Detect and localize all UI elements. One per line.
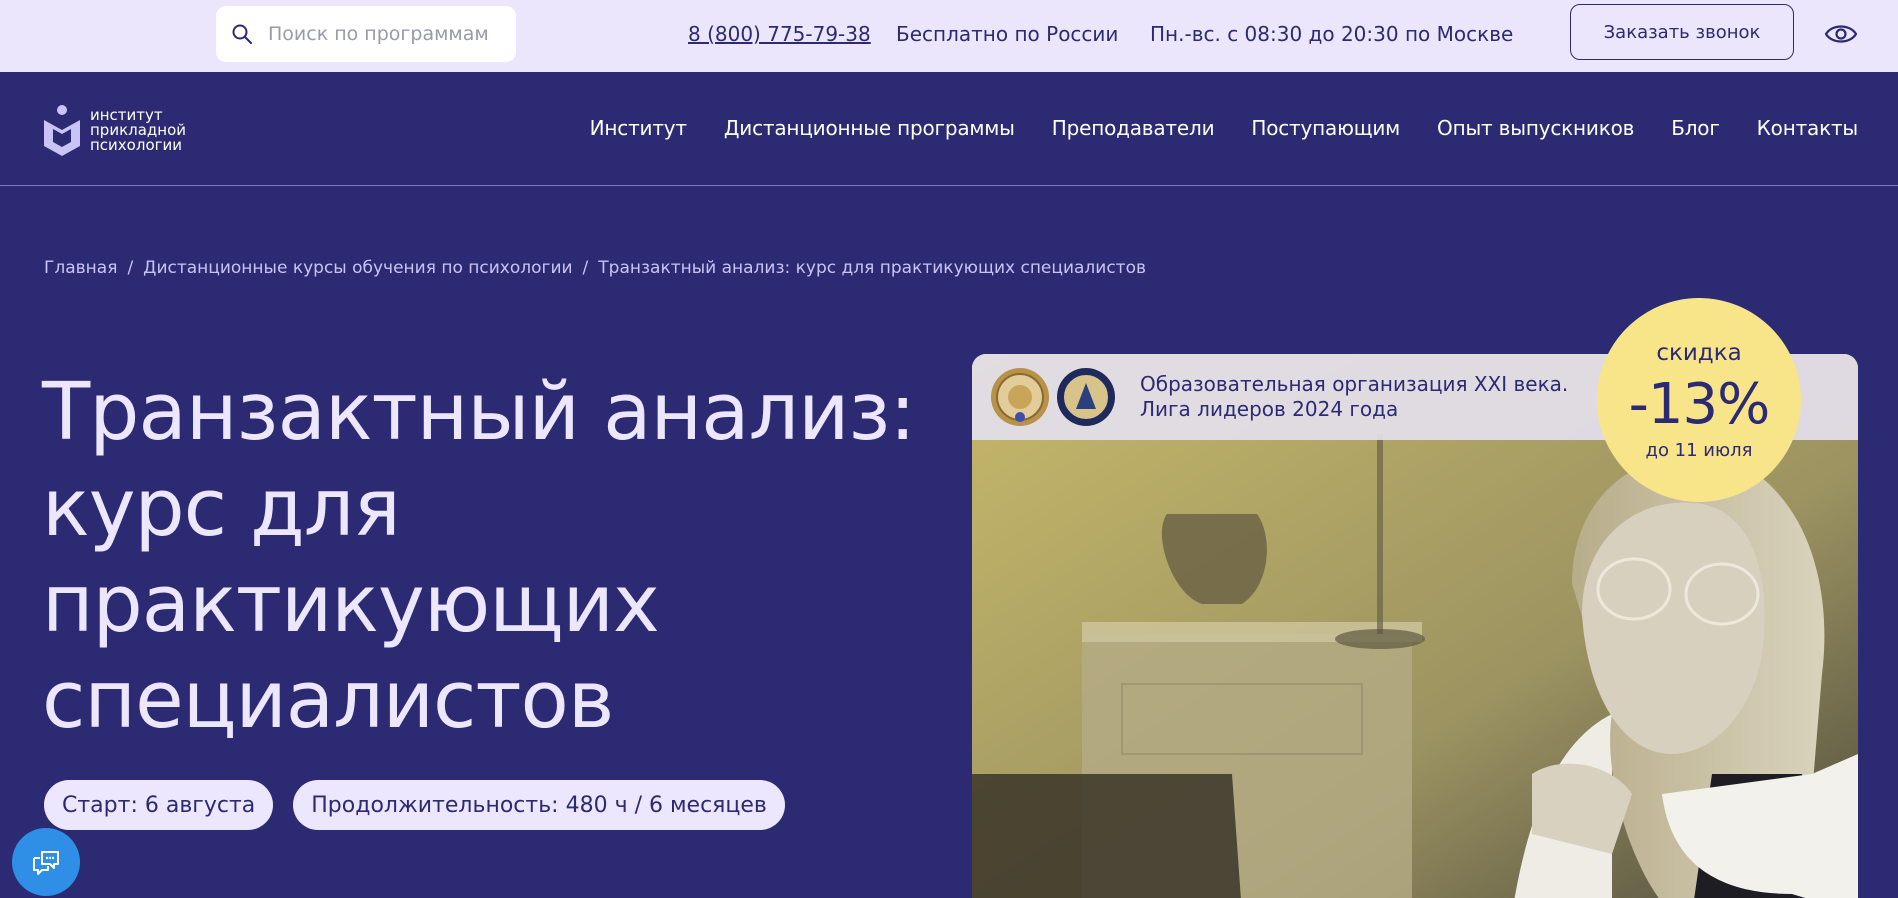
- search-input[interactable]: [268, 23, 508, 45]
- main-navbar: институт прикладной психологии Институт …: [0, 72, 1898, 186]
- chat-button[interactable]: [12, 828, 80, 896]
- discount-value: -13%: [1628, 372, 1771, 437]
- free-call-text: Бесплатно по России: [896, 22, 1119, 46]
- discount-badge: скидка -13% до 11 июля: [1597, 298, 1801, 502]
- logo-line-3: психологии: [90, 135, 182, 154]
- breadcrumb-current[interactable]: Транзактный анализ: курс для практикующи…: [598, 258, 1146, 278]
- nav-item-institute[interactable]: Институт: [590, 116, 687, 140]
- award-line-2: Лига лидеров 2024 года: [1140, 397, 1399, 421]
- search-icon: [232, 24, 252, 44]
- course-info-pills: Старт: 6 августа Продолжительность: 480 …: [44, 780, 785, 830]
- top-bar: 8 (800) 775-79-38 Бесплатно по России Пн…: [0, 0, 1898, 72]
- nav-item-distance-programs[interactable]: Дистанционные программы: [724, 116, 1015, 140]
- chat-icon: [33, 851, 59, 875]
- logo-mark-icon: [44, 105, 80, 156]
- logo[interactable]: институт прикладной психологии: [42, 104, 186, 156]
- breadcrumb-separator: /: [127, 258, 134, 278]
- duration-pill: Продолжительность: 480 ч / 6 месяцев: [293, 780, 785, 830]
- breadcrumb-separator: /: [582, 258, 589, 278]
- breadcrumb-home[interactable]: Главная: [44, 258, 117, 278]
- phone-link[interactable]: 8 (800) 775-79-38: [688, 20, 871, 48]
- start-date-pill: Старт: 6 августа: [44, 780, 274, 830]
- working-hours: Пн.-вс. с 08:30 до 20:30 по Москве: [1150, 22, 1514, 46]
- nav-item-contacts[interactable]: Контакты: [1757, 116, 1859, 140]
- breadcrumb-distance-courses[interactable]: Дистанционные курсы обучения по психолог…: [143, 258, 572, 278]
- page-title: Транзактный анализ: курс для практикующи…: [42, 366, 916, 746]
- nav-item-blog[interactable]: Блог: [1671, 116, 1720, 140]
- nav-item-applicants[interactable]: Поступающим: [1251, 116, 1400, 140]
- award-line-1: Образовательная организация XXI века.: [1140, 372, 1569, 396]
- discount-until: до 11 июля: [1645, 440, 1753, 461]
- logo-text: институт прикладной психологии: [90, 107, 186, 154]
- search-box[interactable]: [216, 6, 516, 62]
- discount-label: скидка: [1656, 340, 1742, 366]
- nav-item-graduates[interactable]: Опыт выпускников: [1437, 116, 1634, 140]
- nav-item-teachers[interactable]: Преподаватели: [1052, 116, 1215, 140]
- award-text: Образовательная организация XXI века. Ли…: [1140, 372, 1568, 422]
- award-medal-icon: [991, 368, 1049, 426]
- main-nav: Институт Дистанционные программы Препода…: [590, 116, 1859, 140]
- callback-button[interactable]: Заказать звонок: [1570, 4, 1794, 60]
- eye-icon[interactable]: [1824, 19, 1858, 49]
- breadcrumb: Главная / Дистанционные курсы обучения п…: [44, 258, 1146, 278]
- league-medal-icon: [1057, 368, 1115, 426]
